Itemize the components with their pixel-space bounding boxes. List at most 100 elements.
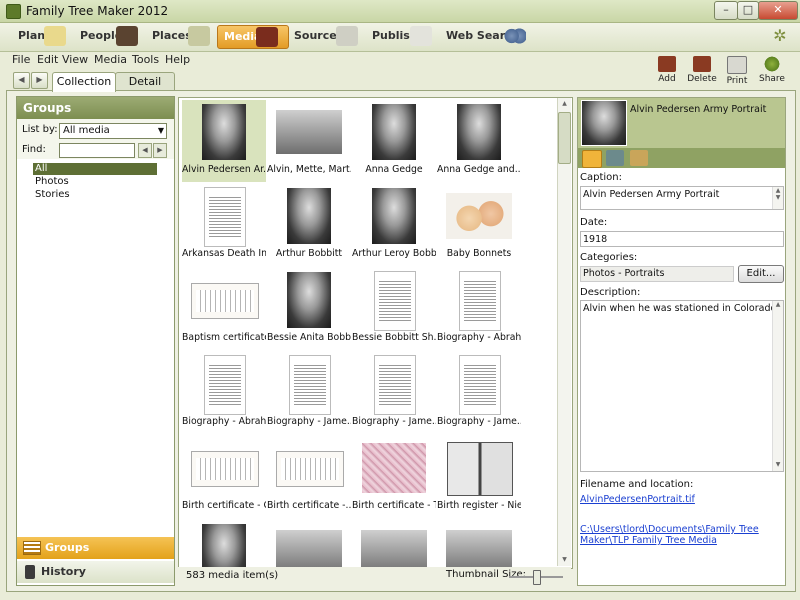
file-location-link[interactable]: C:\Users\tlord\Documents\Family Tree Mak… xyxy=(580,524,780,546)
grid-scroll-thumb[interactable] xyxy=(558,112,571,164)
filename-link[interactable]: AlvinPedersenPortrait.tif xyxy=(580,494,695,505)
find-input[interactable] xyxy=(59,143,135,158)
media-item[interactable]: Birth certificate - T... xyxy=(352,436,436,518)
caption-label: Caption: xyxy=(580,172,622,183)
date-field[interactable]: 1918 xyxy=(580,231,784,247)
caption-field[interactable]: Alvin Pedersen Army Portrait ▲ ▼ xyxy=(580,186,784,210)
media-item[interactable] xyxy=(352,520,436,568)
module-places[interactable]: Places xyxy=(146,25,218,47)
media-caption: Arthur Bobbitt xyxy=(275,248,343,259)
media-thumbnail xyxy=(374,355,416,415)
forward-button[interactable]: ▶ xyxy=(31,72,48,89)
media-thumbnail xyxy=(191,451,259,487)
media-item[interactable]: Biography - Abrah... xyxy=(437,268,521,350)
media-item[interactable]: Baptism certificate... xyxy=(182,268,266,350)
media-caption: Birth register - Niel... xyxy=(437,500,521,511)
group-item-stories[interactable]: Stories xyxy=(33,189,70,201)
scroll-down-icon[interactable]: ▼ xyxy=(558,554,571,566)
edit-details-icon[interactable] xyxy=(582,150,602,168)
media-item[interactable]: Biography - Jame... xyxy=(352,352,436,434)
share-button[interactable]: Share xyxy=(755,56,789,84)
module-plan[interactable]: Plan xyxy=(12,25,74,47)
history-tab-label: History xyxy=(41,565,86,578)
media-thumbnail xyxy=(289,355,331,415)
linked-people-icon[interactable] xyxy=(606,150,624,166)
group-item-all[interactable]: All xyxy=(33,163,157,175)
module-sources[interactable]: Sources xyxy=(288,25,368,47)
history-tab-button[interactable]: History xyxy=(17,561,174,583)
media-item[interactable]: Birth certificate -... xyxy=(267,436,351,518)
preview-title: Alvin Pedersen Army Portrait xyxy=(630,104,767,115)
media-item[interactable]: Arkansas Death In... xyxy=(182,184,266,266)
media-thumbnail xyxy=(447,442,513,496)
media-item[interactable]: Alvin Pedersen Ar... xyxy=(182,100,266,182)
back-button[interactable]: ◀ xyxy=(13,72,30,89)
media-thumbnail xyxy=(287,188,331,244)
media-item[interactable]: Arthur Leroy Bobb... xyxy=(352,184,436,266)
module-people[interactable]: People xyxy=(74,25,148,47)
find-next-button[interactable]: ▶ xyxy=(153,143,167,158)
media-item[interactable]: Anna Gedge and... xyxy=(437,100,521,182)
media-item[interactable]: Anna Gedge xyxy=(352,100,436,182)
media-item[interactable]: Arthur Bobbitt xyxy=(267,184,351,266)
media-item[interactable]: Alvin, Mette, Mart... xyxy=(267,100,351,182)
media-item[interactable]: Birth register - Niel... xyxy=(437,436,521,518)
groups-tab-button[interactable]: Groups xyxy=(17,537,174,559)
list-by-select[interactable]: All media ▼ xyxy=(59,123,167,139)
menu-view[interactable]: View xyxy=(62,53,88,66)
preview-image[interactable] xyxy=(581,100,627,146)
media-thumbnail xyxy=(362,443,426,493)
media-item[interactable]: Baby Bonnets xyxy=(437,184,521,266)
app-logo-icon xyxy=(6,4,21,19)
module-media[interactable]: Media xyxy=(217,25,289,49)
group-item-photos[interactable]: Photos xyxy=(33,176,69,188)
caption-scrollbar[interactable]: ▲ ▼ xyxy=(772,187,783,209)
notes-icon[interactable] xyxy=(630,150,648,166)
media-thumbnail xyxy=(372,104,416,160)
tab-collection[interactable]: Collection xyxy=(52,72,116,92)
close-button[interactable]: ✕ xyxy=(758,1,798,20)
menu-file[interactable]: File xyxy=(12,53,30,66)
media-item[interactable] xyxy=(182,520,266,568)
media-caption: Anna Gedge and... xyxy=(437,164,521,175)
menu-help[interactable]: Help xyxy=(165,53,190,66)
description-scrollbar[interactable]: ▲ ▼ xyxy=(772,301,783,471)
media-item[interactable]: Biography - Jame... xyxy=(437,352,521,434)
scroll-up-icon[interactable]: ▲ xyxy=(558,98,571,110)
media-item[interactable]: Bessie Anita Bobb... xyxy=(267,268,351,350)
media-item[interactable]: Bessie Bobbitt Sh... xyxy=(352,268,436,350)
add-button[interactable]: Add xyxy=(650,56,684,84)
maximize-button[interactable]: □ xyxy=(737,1,759,20)
window-title: Family Tree Maker 2012 xyxy=(26,4,169,18)
print-button[interactable]: Print xyxy=(720,56,754,86)
edit-categories-button[interactable]: Edit... xyxy=(738,265,784,283)
menu-tools[interactable]: Tools xyxy=(132,53,159,66)
title-bar: Family Tree Maker 2012 – □ ✕ xyxy=(0,0,800,23)
tab-detail[interactable]: Detail xyxy=(115,72,175,91)
thumbnail-size-slider[interactable] xyxy=(533,570,541,585)
find-previous-button[interactable]: ◀ xyxy=(138,143,152,158)
description-field[interactable]: Alvin when he was stationed in Colorado.… xyxy=(580,300,784,472)
minimize-button[interactable]: – xyxy=(714,1,738,20)
module-publish[interactable]: Publish xyxy=(366,25,440,47)
delete-button[interactable]: Delete xyxy=(685,56,719,84)
groups-panel: Groups List by: All media ▼ Find: ◀ ▶ Al… xyxy=(16,96,175,586)
media-item[interactable]: Biography - Jame... xyxy=(267,352,351,434)
media-caption: Birth certificate - T... xyxy=(352,500,436,511)
menu-edit[interactable]: Edit xyxy=(37,53,58,66)
grid-scrollbar[interactable]: ▲ ▼ xyxy=(557,98,571,566)
delete-label: Delete xyxy=(687,74,717,84)
media-item[interactable] xyxy=(437,520,521,568)
detail-tabs xyxy=(578,148,785,168)
caption-value: Alvin Pedersen Army Portrait xyxy=(583,189,720,200)
module-web-search[interactable]: Web Search xyxy=(440,25,538,47)
media-item[interactable] xyxy=(267,520,351,568)
media-thumbnail xyxy=(361,530,427,568)
media-caption: Bessie Anita Bobb... xyxy=(267,332,351,343)
preview-header: Alvin Pedersen Army Portrait xyxy=(578,98,785,148)
media-item[interactable]: Biography - Abrah... xyxy=(182,352,266,434)
media-caption: Alvin Pedersen Ar... xyxy=(182,164,266,175)
menu-media[interactable]: Media xyxy=(94,53,127,66)
media-item[interactable]: Birth certificate - C... xyxy=(182,436,266,518)
tree-leaf-icon[interactable]: ✲ xyxy=(770,26,790,46)
